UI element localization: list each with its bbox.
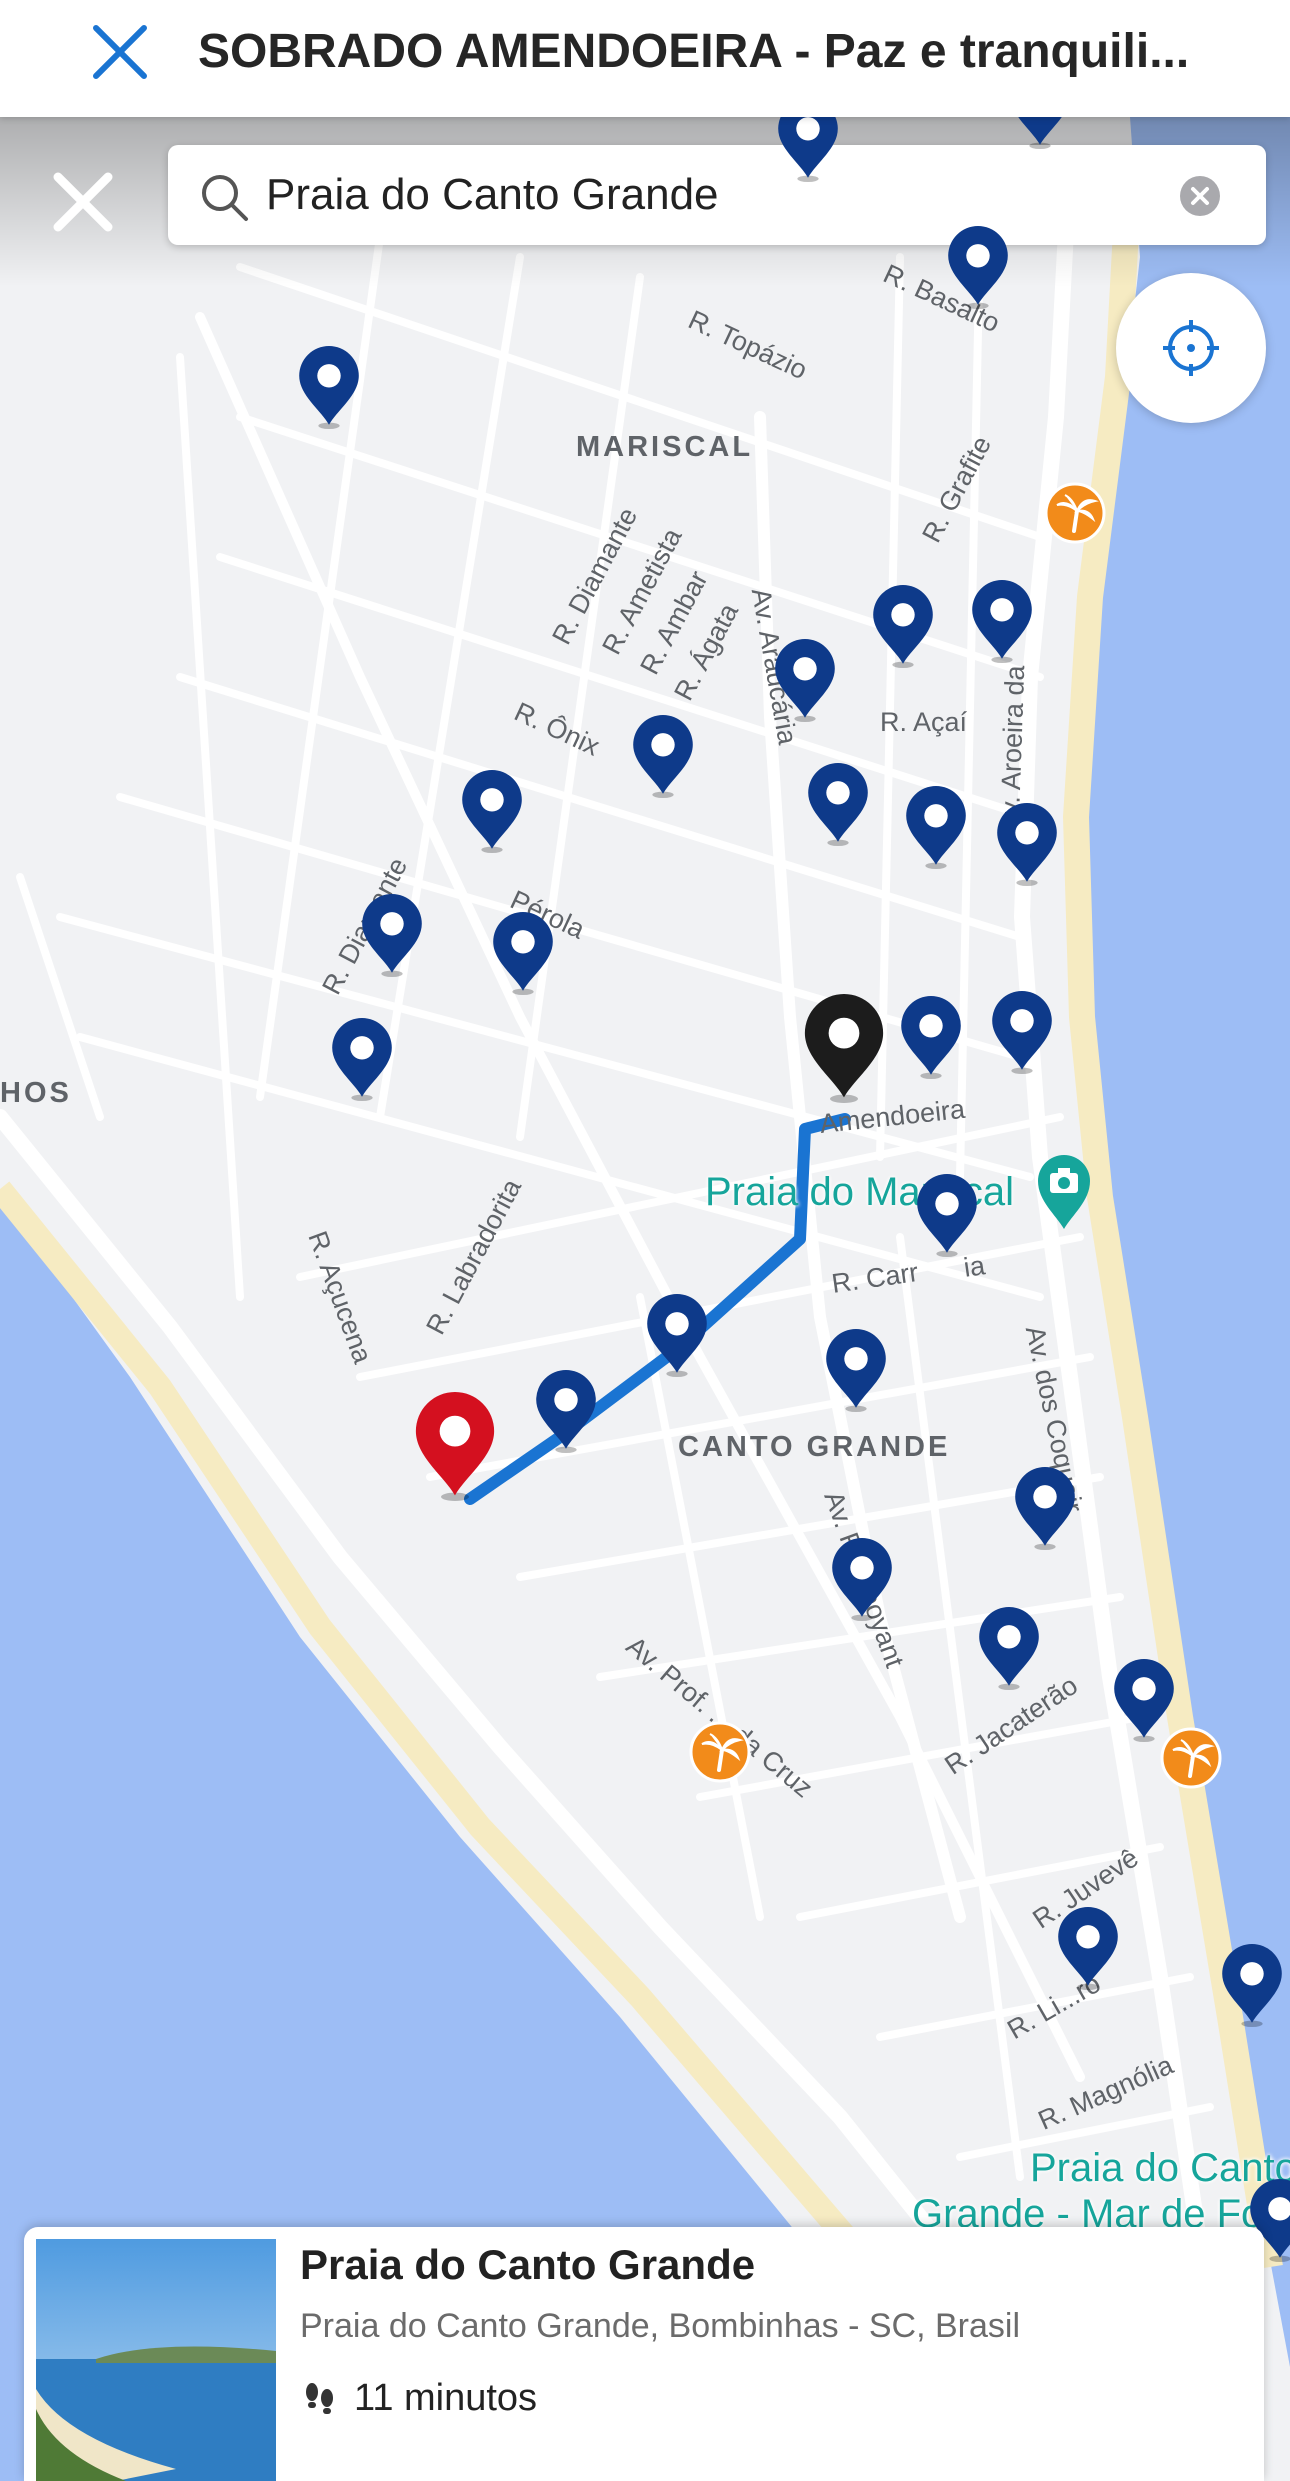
listing-pin-icon[interactable] — [904, 786, 968, 869]
street-label: R. Açaí — [880, 707, 968, 737]
close-icon[interactable] — [88, 20, 152, 84]
map-view[interactable]: MARISCAL CANTO GRANDE HOS R. Topázio R. … — [0, 117, 1290, 2481]
listing-pin-icon[interactable] — [1008, 117, 1072, 149]
footsteps-icon — [306, 2383, 333, 2414]
listing-pin-icon[interactable] — [990, 991, 1054, 1074]
listing-pin-icon[interactable] — [330, 1018, 394, 1101]
listing-pin-icon[interactable] — [776, 117, 840, 182]
close-icon[interactable] — [48, 167, 118, 237]
walk-time-label: 11 minutos — [354, 2377, 538, 2419]
listing-pin-icon[interactable] — [1013, 1467, 1077, 1550]
listing-pin-icon[interactable] — [1056, 1907, 1120, 1990]
listing-pin-icon[interactable] — [899, 996, 963, 1079]
result-title: Praia do Canto Grande — [300, 2241, 756, 2288]
listing-pin-icon[interactable] — [806, 763, 870, 846]
crosshair-icon — [1163, 320, 1219, 376]
locate-me-button[interactable] — [1116, 273, 1266, 423]
beach-thumbnail — [36, 2239, 276, 2481]
area-label-mariscal: MARISCAL — [576, 431, 754, 463]
destination-pin-icon[interactable] — [413, 1392, 497, 1501]
listing-pin-icon[interactable] — [534, 1370, 598, 1453]
search-input[interactable] — [264, 159, 1138, 231]
listing-pin-icon[interactable] — [645, 1294, 709, 1377]
listing-pin-icon[interactable] — [631, 715, 695, 798]
palm-tree-icon[interactable] — [1043, 481, 1107, 545]
page-title: SOBRADO AMENDOEIRA - Paz e tranquili... — [198, 25, 1190, 78]
area-label-canto-grande: CANTO GRANDE — [678, 1431, 951, 1463]
area-label-cut: HOS — [0, 1077, 72, 1109]
listing-pin-icon[interactable] — [360, 894, 424, 977]
camera-icon[interactable] — [1034, 1151, 1094, 1231]
listing-pin-icon[interactable] — [977, 1607, 1041, 1690]
listing-pin-icon[interactable] — [824, 1329, 888, 1412]
listing-pin-icon[interactable] — [995, 803, 1059, 886]
listing-pin-icon[interactable] — [871, 585, 935, 668]
result-address: Praia do Canto Grande, Bombinhas - SC, B… — [300, 2307, 1021, 2345]
listing-pin-icon[interactable] — [946, 226, 1010, 309]
search-icon — [202, 175, 248, 221]
listing-pin-icon[interactable] — [460, 770, 524, 853]
palm-tree-icon[interactable] — [1159, 1726, 1223, 1790]
listing-pin-icon[interactable] — [297, 346, 361, 429]
listing-pin-icon[interactable] — [491, 912, 555, 995]
search-bar[interactable] — [168, 145, 1266, 245]
listing-pin-icon[interactable] — [773, 639, 837, 722]
listing-pin-icon[interactable] — [1220, 1944, 1284, 2027]
palm-tree-icon[interactable] — [688, 1720, 752, 1784]
listing-pin-icon[interactable] — [970, 580, 1034, 663]
selected-property-pin-icon[interactable] — [802, 994, 886, 1103]
clear-search-icon[interactable] — [1180, 176, 1220, 216]
result-card[interactable]: Praia do Canto Grande Praia do Canto Gra… — [24, 2227, 1264, 2481]
listing-pin-icon[interactable] — [915, 1174, 979, 1257]
listing-pin-icon[interactable] — [830, 1538, 894, 1621]
top-bar: SOBRADO AMENDOEIRA - Paz e tranquili... — [0, 0, 1290, 117]
